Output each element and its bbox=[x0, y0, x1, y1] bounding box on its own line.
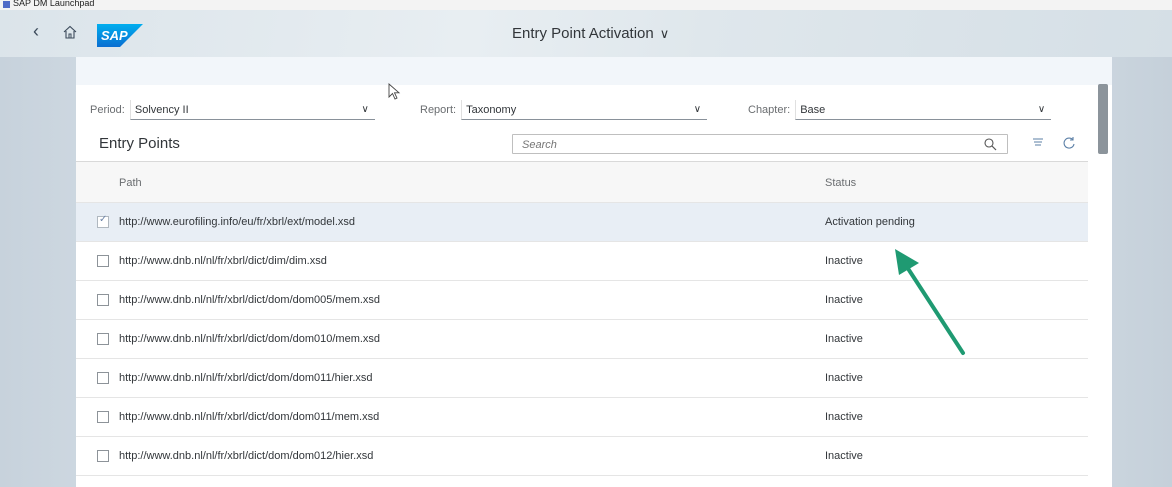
period-filter: Period: Solvency II ∨ bbox=[90, 99, 375, 121]
sap-logo[interactable]: SAP bbox=[97, 24, 143, 47]
table-row[interactable]: ✓ http://www.eurofiling.info/eu/fr/xbrl/… bbox=[76, 203, 1088, 242]
sort-icon[interactable] bbox=[1031, 136, 1045, 150]
row-path: http://www.dnb.nl/nl/fr/xbrl/dict/dom/do… bbox=[119, 411, 380, 423]
table-row[interactable]: http://www.dnb.nl/nl/fr/xbrl/dict/dom/do… bbox=[76, 437, 1088, 476]
row-checkbox[interactable] bbox=[97, 450, 109, 462]
sap-logo-text: SAP bbox=[101, 28, 128, 43]
shell-title-text: Entry Point Activation bbox=[512, 25, 654, 42]
chevron-down-icon: ∨ bbox=[361, 104, 369, 115]
table-header: Path Status bbox=[76, 161, 1088, 203]
row-path: http://www.dnb.nl/nl/fr/xbrl/dict/dim/di… bbox=[119, 255, 327, 267]
shell-header: ‹ SAP Entry Point Activation ∨ bbox=[0, 10, 1172, 57]
table-title: Entry Points bbox=[99, 135, 180, 152]
row-checkbox[interactable]: ✓ bbox=[97, 214, 109, 228]
chapter-value: Base bbox=[800, 104, 826, 116]
row-status: Inactive bbox=[825, 450, 863, 462]
report-select[interactable]: Taxonomy ∨ bbox=[461, 100, 708, 120]
table-row[interactable]: http://www.dnb.nl/nl/fr/xbrl/dict/dom/do… bbox=[76, 359, 1088, 398]
row-status: Inactive bbox=[825, 333, 863, 345]
app-window-icon bbox=[3, 1, 10, 8]
search-input[interactable] bbox=[513, 136, 953, 154]
row-status: Inactive bbox=[825, 372, 863, 384]
column-header-status[interactable]: Status bbox=[825, 177, 856, 189]
row-status: Activation pending bbox=[825, 216, 915, 228]
window-title: SAP DM Launchpad bbox=[13, 0, 95, 8]
window-titlebar: SAP DM Launchpad bbox=[0, 0, 1172, 10]
search-field[interactable] bbox=[512, 134, 1008, 154]
checkmark-icon: ✓ bbox=[99, 214, 108, 225]
row-path: http://www.eurofiling.info/eu/fr/xbrl/ex… bbox=[119, 216, 355, 228]
chapter-label: Chapter: bbox=[748, 104, 791, 116]
report-label: Report: bbox=[420, 104, 457, 116]
table-row[interactable]: http://www.dnb.nl/nl/fr/xbrl/dict/dom/do… bbox=[76, 398, 1088, 437]
period-label: Period: bbox=[90, 104, 125, 116]
chevron-down-icon: ∨ bbox=[659, 25, 670, 41]
row-checkbox[interactable] bbox=[97, 255, 109, 267]
home-icon[interactable] bbox=[63, 25, 77, 39]
row-path: http://www.dnb.nl/nl/fr/xbrl/dict/dom/do… bbox=[119, 372, 373, 384]
refresh-icon[interactable] bbox=[1062, 136, 1076, 150]
report-filter: Report: Taxonomy ∨ bbox=[420, 99, 708, 121]
search-icon[interactable] bbox=[984, 138, 997, 151]
chapter-select[interactable]: Base ∨ bbox=[795, 100, 1052, 120]
row-checkbox[interactable] bbox=[97, 372, 109, 384]
row-status: Inactive bbox=[825, 294, 863, 306]
shell-title[interactable]: Entry Point Activation ∨ bbox=[512, 25, 669, 42]
row-path: http://www.dnb.nl/nl/fr/xbrl/dict/dom/do… bbox=[119, 333, 381, 345]
period-value: Solvency II bbox=[134, 104, 189, 116]
column-header-path[interactable]: Path bbox=[119, 177, 142, 189]
back-icon[interactable]: ‹ bbox=[33, 21, 39, 41]
chapter-filter: Chapter: Base ∨ bbox=[748, 99, 1052, 121]
row-checkbox[interactable] bbox=[97, 333, 109, 345]
vertical-scrollbar[interactable] bbox=[1098, 84, 1108, 154]
row-path: http://www.dnb.nl/nl/fr/xbrl/dict/dom/do… bbox=[119, 450, 374, 462]
row-path: http://www.dnb.nl/nl/fr/xbrl/dict/dom/do… bbox=[119, 294, 381, 306]
mouse-cursor-icon bbox=[388, 83, 401, 100]
annotation-arrow-icon bbox=[895, 249, 965, 355]
row-checkbox[interactable] bbox=[97, 294, 109, 306]
period-select[interactable]: Solvency II ∨ bbox=[129, 100, 375, 120]
row-status: Inactive bbox=[825, 411, 863, 423]
row-checkbox[interactable] bbox=[97, 411, 109, 423]
row-status: Inactive bbox=[825, 255, 863, 267]
chevron-down-icon: ∨ bbox=[693, 104, 702, 115]
report-value: Taxonomy bbox=[466, 104, 517, 116]
panel-header-strip bbox=[76, 57, 1112, 85]
chevron-down-icon: ∨ bbox=[1037, 104, 1046, 115]
